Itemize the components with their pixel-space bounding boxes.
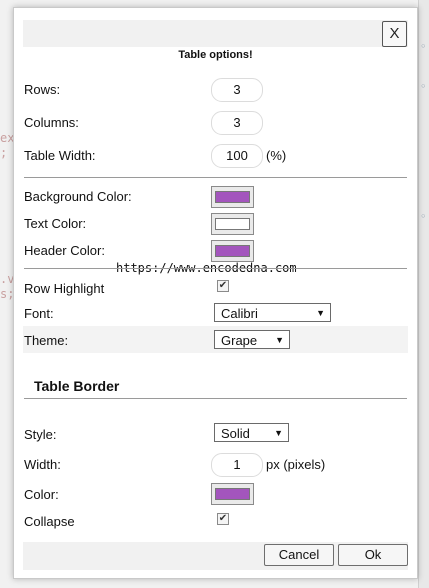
border-width-label: Width: [24,457,61,472]
columns-label: Columns: [24,115,79,130]
row-highlight-label: Row Highlight [24,281,105,296]
divider [24,177,407,178]
collapse-label: Collapse [24,514,75,529]
border-color-picker[interactable] [211,483,254,505]
border-style-select[interactable]: Solid ▼ [214,423,289,442]
chevron-down-icon: ▼ [274,428,283,438]
theme-select-value: Grape [221,333,258,348]
border-style-label: Style: [24,427,57,442]
table-options-dialog: X Table options! Rows: 3 Columns: 3 Tabl… [13,7,418,579]
border-width-input[interactable]: 1 [211,453,263,477]
chevron-down-icon: ▼ [275,335,284,345]
rows-input[interactable]: 3 [211,78,263,102]
chevron-down-icon: ▼ [316,308,325,318]
border-style-select-value: Solid [221,426,250,441]
color-swatch [215,488,250,500]
border-color-label: Color: [24,487,59,502]
color-swatch [215,191,250,203]
dialog-titlebar [23,20,408,47]
color-swatch [215,218,250,230]
dialog-title: Table options! [178,49,253,61]
font-select-value: Calibri [221,306,258,321]
font-select[interactable]: Calibri ▼ [214,303,331,322]
table-width-unit: (%) [266,148,287,163]
rows-label: Rows: [24,82,61,97]
background-color-label: Background Color: [24,189,132,204]
table-width-label: Table Width: [24,148,96,163]
divider [24,268,407,269]
collapse-checkbox[interactable]: ✔ [217,513,229,525]
row-highlight-checkbox[interactable]: ✔ [217,280,229,292]
font-label: Font: [24,306,54,321]
header-color-picker[interactable] [211,240,254,262]
header-color-label: Header Color: [24,243,105,258]
color-swatch [215,245,250,257]
theme-select[interactable]: Grape ▼ [214,330,290,349]
text-color-picker[interactable] [211,213,254,235]
border-width-unit: px (pixels) [266,457,326,472]
theme-label: Theme: [24,333,69,348]
background-color-picker[interactable] [211,186,254,208]
background-scroll-strip: ◦ ◦ ◦ [418,0,429,588]
close-button[interactable]: X [382,21,407,47]
cancel-button[interactable]: Cancel [264,544,334,566]
text-color-label: Text Color: [24,216,87,231]
columns-input[interactable]: 3 [211,111,263,135]
ok-button[interactable]: Ok [338,544,408,566]
background-text-fragment: ; [0,146,8,160]
table-border-heading: Table Border [34,378,120,394]
divider [24,398,407,399]
table-width-input[interactable]: 100 [211,144,263,168]
